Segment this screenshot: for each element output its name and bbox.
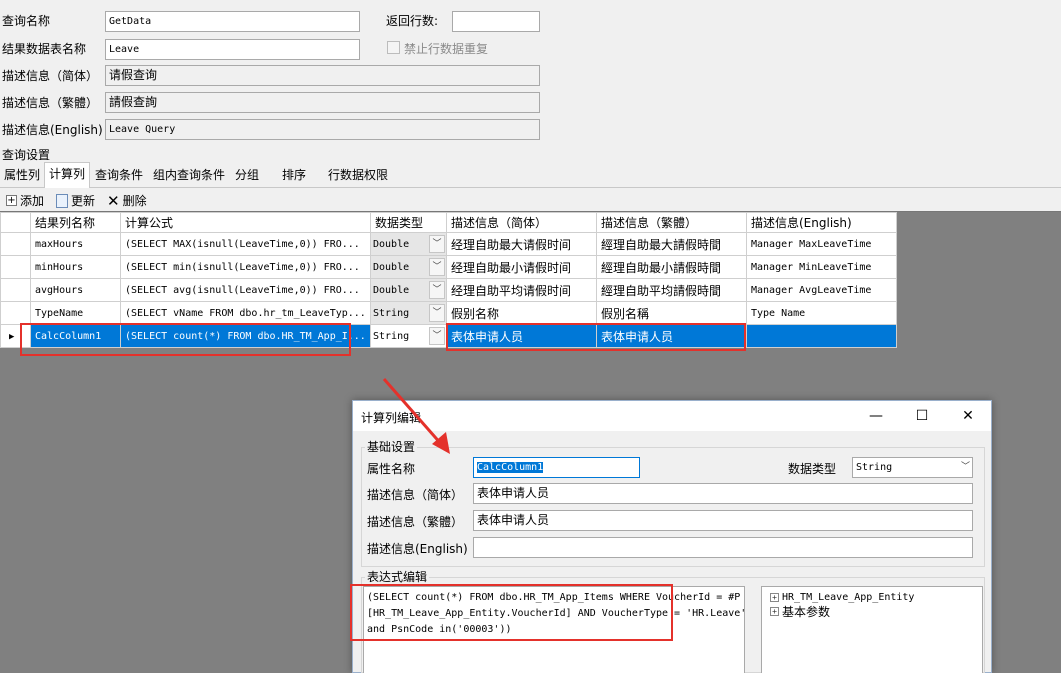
tab-calc-columns[interactable]: 计算列	[44, 162, 91, 188]
arrow-shaft	[382, 378, 444, 446]
annotation-arrow	[382, 378, 450, 454]
